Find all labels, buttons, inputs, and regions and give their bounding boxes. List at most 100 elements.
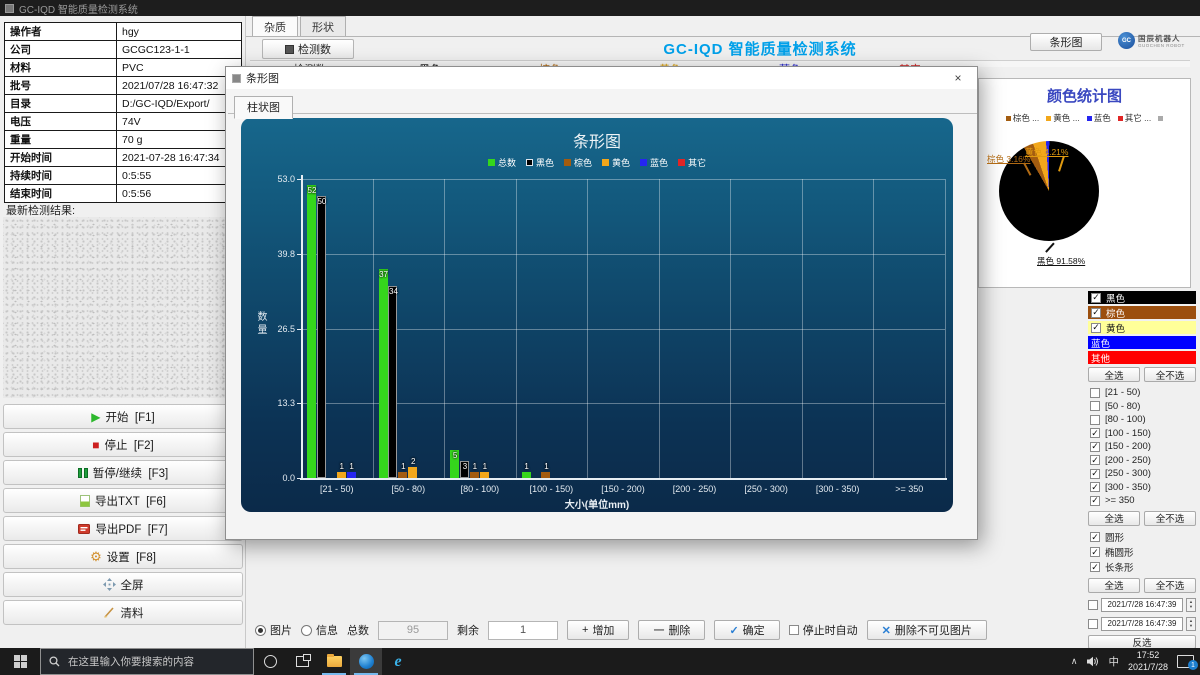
color-filter-棕色[interactable]: ✓棕色 [1088, 306, 1196, 319]
datetime-value[interactable]: 2021/7/28 16:47:39 [1101, 617, 1183, 631]
checkbox[interactable]: ✓ [1090, 469, 1100, 479]
select-none-button[interactable]: 全不选 [1144, 367, 1196, 382]
radio-image[interactable]: 图片 [255, 622, 292, 638]
range-filter-150200[interactable]: ✓[150 - 200) [1088, 440, 1196, 454]
notification-center-icon[interactable]: 1 [1177, 655, 1194, 668]
add-button[interactable]: +增加 [567, 620, 629, 640]
range-filter-80100[interactable]: [80 - 100) [1088, 413, 1196, 427]
pie-callout-yellow: 黄色 4.21% [1025, 146, 1068, 158]
taskbar-clock[interactable]: 17:52 2021/7/28 [1128, 650, 1168, 673]
action-button-[interactable]: ▶开始 [F1] [3, 404, 243, 429]
cortana-button[interactable] [254, 648, 286, 675]
detect-count-button[interactable]: 检测数 [262, 39, 354, 59]
checkbox[interactable]: ✓ [1091, 308, 1101, 318]
dialog-tab-histogram[interactable]: 柱状图 [234, 96, 293, 119]
tab-杂质[interactable]: 杂质 [252, 16, 298, 36]
color-filter-label: 蓝色 [1091, 336, 1110, 350]
select-none-button[interactable]: 全不选 [1144, 578, 1196, 593]
radio-info[interactable]: 信息 [301, 622, 338, 638]
notification-badge: 1 [1188, 660, 1198, 670]
shape-filter-长条形[interactable]: ✓长条形 [1088, 560, 1196, 575]
edge-app-button[interactable] [350, 648, 382, 675]
window-titlebar: GC-IQD 智能质量检测系统 [0, 0, 1200, 16]
range-filter-250300[interactable]: ✓[250 - 300) [1088, 467, 1196, 481]
action-button-[interactable]: ⚙设置 [F8] [3, 544, 243, 569]
action-button-TXT[interactable]: 导出TXT [F6] [3, 488, 243, 513]
range-filter-200250[interactable]: ✓[200 - 250) [1088, 454, 1196, 468]
pie-legend-more-icon[interactable] [1158, 116, 1163, 121]
select-all-button[interactable]: 全选 [1088, 578, 1140, 593]
color-filter-其他[interactable]: 其他 [1088, 351, 1196, 364]
radio-image-dot[interactable] [255, 625, 266, 636]
datetime-spinner[interactable]: ▲▼ [1186, 598, 1196, 612]
input-language-indicator[interactable]: 中 [1108, 654, 1119, 669]
info-label: 批号 [5, 77, 117, 95]
color-filter-黑色[interactable]: ✓黑色 [1088, 291, 1196, 304]
cortana-icon [264, 655, 277, 668]
info-label: 操作者 [5, 23, 117, 41]
auto-stop-box[interactable] [789, 625, 799, 635]
action-button-[interactable]: ■停止 [F2] [3, 432, 243, 457]
checkbox[interactable]: ✓ [1090, 496, 1100, 506]
checkbox[interactable] [1088, 619, 1098, 629]
dialog-close-button[interactable]: × [945, 71, 971, 85]
datetime-value[interactable]: 2021/7/28 16:47:39 [1101, 598, 1183, 612]
color-filter-黄色[interactable]: ✓黄色 [1088, 321, 1196, 334]
remain-input[interactable]: 1 [488, 621, 558, 640]
checkbox[interactable]: ✓ [1090, 547, 1100, 557]
v-gridline [730, 179, 731, 478]
delete-button[interactable]: 一删除 [638, 620, 705, 640]
legend-label: 其它 [688, 156, 706, 169]
bar-chart-button[interactable]: 条形图 [1030, 33, 1102, 51]
checkbox[interactable] [1090, 415, 1100, 425]
range-filter-350[interactable]: ✓>= 350 [1088, 494, 1196, 508]
taskbar-search-input[interactable]: 在这里输入你要搜索的内容 [40, 648, 254, 675]
start-button[interactable] [0, 648, 40, 675]
select-all-button[interactable]: 全选 [1088, 367, 1140, 382]
checkbox[interactable]: ✓ [1090, 562, 1100, 572]
action-button-PDF[interactable]: 导出PDF [F7] [3, 516, 243, 541]
invert-selection-button[interactable]: 反选 [1088, 635, 1196, 649]
checkbox[interactable]: ✓ [1090, 532, 1100, 542]
checkbox[interactable]: ✓ [1091, 293, 1101, 303]
file-explorer-button[interactable] [318, 648, 350, 675]
checkbox[interactable] [1090, 388, 1100, 398]
delete-invisible-button[interactable]: ✕删除不可见图片 [867, 620, 987, 640]
color-filter-蓝色[interactable]: 蓝色 [1088, 336, 1196, 349]
company-logo: GC 国辰机器人 GUOCHEN ROBOT [1118, 32, 1185, 49]
datetime-spinner[interactable]: ▲▼ [1186, 617, 1196, 631]
checkbox[interactable]: ✓ [1091, 323, 1101, 333]
radio-info-dot[interactable] [301, 625, 312, 636]
confirm-button[interactable]: ✓确定 [714, 620, 779, 640]
action-button-[interactable]: 清料 [3, 600, 243, 625]
datetime-filter-2[interactable]: 2021/7/28 16:47:39▲▼ [1088, 616, 1196, 632]
h-gridline [302, 329, 945, 330]
checkbox[interactable]: ✓ [1090, 482, 1100, 492]
range-filter-100150[interactable]: ✓[100 - 150) [1088, 427, 1196, 441]
select-none-button[interactable]: 全不选 [1144, 511, 1196, 526]
bar-黄色-1 [408, 467, 417, 478]
datetime-filter-1[interactable]: 2021/7/28 16:47:39▲▼ [1088, 597, 1196, 613]
checkbox[interactable]: ✓ [1090, 442, 1100, 452]
range-filter-300350[interactable]: ✓[300 - 350) [1088, 481, 1196, 495]
checkbox[interactable] [1090, 401, 1100, 411]
volume-icon[interactable] [1086, 656, 1099, 667]
info-row: 重量70 g [5, 131, 242, 149]
tab-形状[interactable]: 形状 [300, 16, 346, 36]
internet-explorer-button[interactable]: e [382, 648, 414, 675]
bar-value-label: 1 [537, 462, 555, 471]
shape-filter-椭圆形[interactable]: ✓椭圆形 [1088, 545, 1196, 560]
checkbox[interactable]: ✓ [1090, 428, 1100, 438]
task-view-button[interactable] [286, 648, 318, 675]
range-filter-5080[interactable]: [50 - 80) [1088, 400, 1196, 414]
auto-stop-checkbox[interactable]: 停止时自动 [789, 622, 858, 638]
checkbox[interactable]: ✓ [1090, 455, 1100, 465]
tray-expand-caret[interactable]: ∧ [1071, 656, 1078, 667]
action-button-[interactable]: 暂停/继续 [F3] [3, 460, 243, 485]
range-filter-2150[interactable]: [21 - 50) [1088, 386, 1196, 400]
action-button-[interactable]: 全屏 [3, 572, 243, 597]
select-all-button[interactable]: 全选 [1088, 511, 1140, 526]
shape-filter-圆形[interactable]: ✓圆形 [1088, 530, 1196, 545]
checkbox[interactable] [1088, 600, 1098, 610]
total-input: 95 [378, 621, 448, 640]
